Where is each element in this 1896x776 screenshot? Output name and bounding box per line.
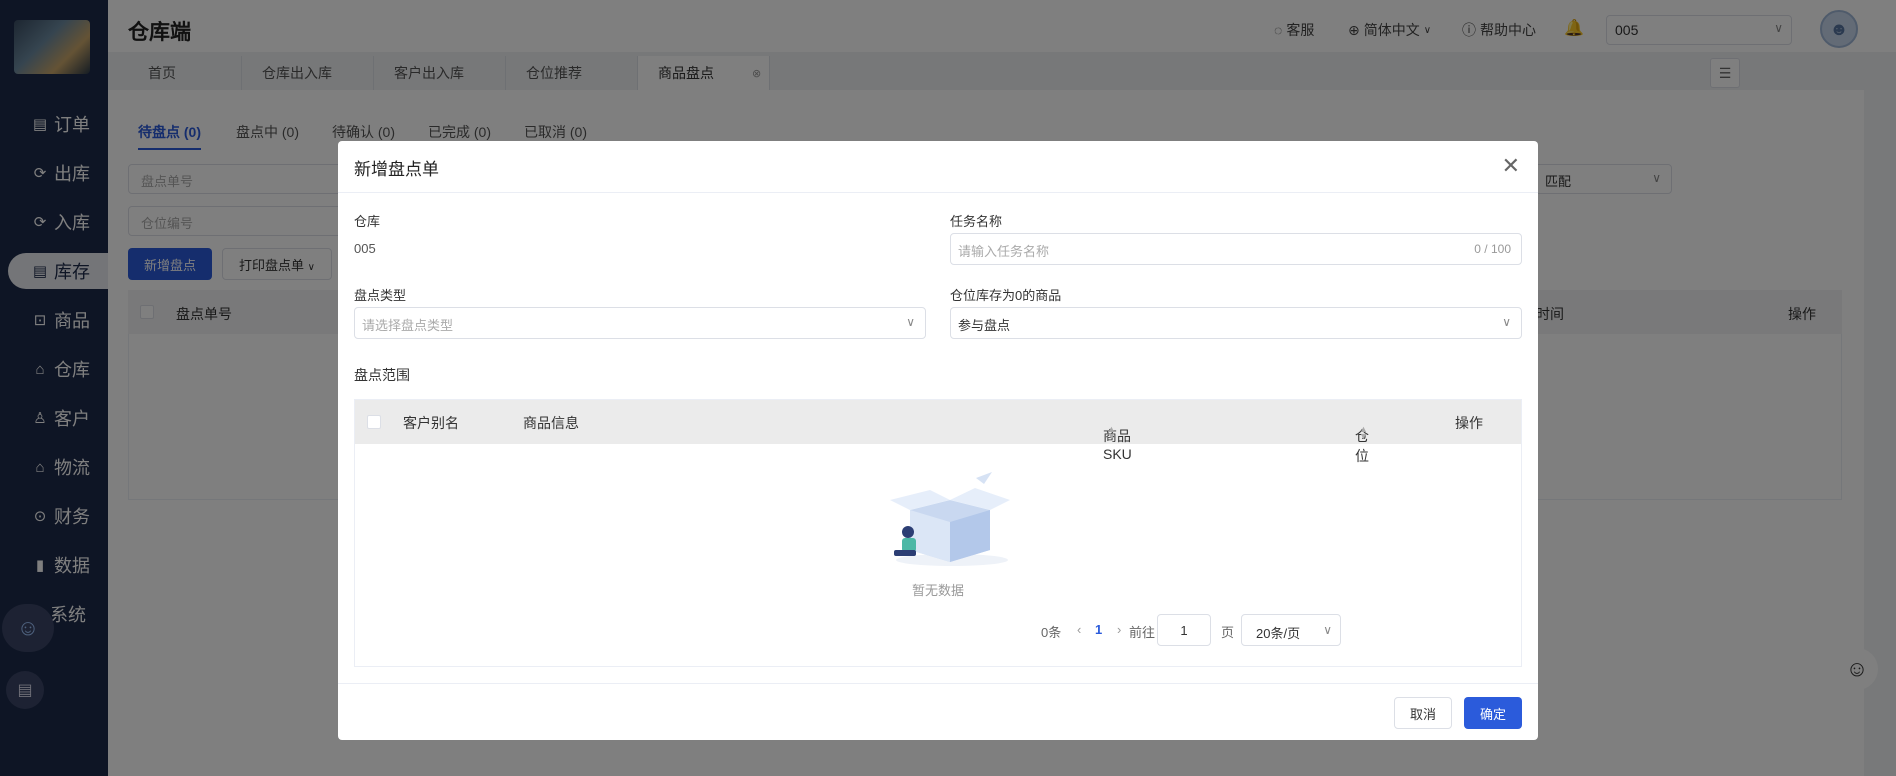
char-count: 0 / 100 <box>1474 242 1511 256</box>
prev-page-icon[interactable]: ‹ <box>1077 622 1081 637</box>
divider <box>338 683 1538 684</box>
col-action: 操作 <box>1455 415 1483 431</box>
cancel-button[interactable]: 取消 <box>1394 697 1452 729</box>
page-size-select[interactable]: 20条/页 ∨ <box>1241 614 1341 646</box>
task-name-placeholder: 请输入任务名称 <box>958 244 1050 259</box>
goto-label: 前往 <box>1129 625 1156 640</box>
type-placeholder: 请选择盘点类型 <box>362 318 454 333</box>
range-label: 盘点范围 <box>354 367 410 383</box>
close-icon[interactable]: ✕ <box>1502 153 1520 179</box>
zero-stock-label: 仓位库存为0的商品 <box>950 288 1062 303</box>
chevron-down-icon: ∨ <box>1323 623 1332 637</box>
task-name-label: 任务名称 <box>950 214 1003 229</box>
page-size-value: 20条/页 <box>1256 626 1301 641</box>
range-table-header: 客户别名 商品信息 商品SKU ▲ ▼ 仓位 ▲ ▼ 操作 <box>355 400 1521 464</box>
sort-icon[interactable]: ▲ ▼ <box>1107 425 1116 441</box>
empty-state-text: 暂无数据 <box>911 583 964 598</box>
empty-box-icon <box>890 472 1010 566</box>
confirm-button[interactable]: 确定 <box>1464 697 1522 729</box>
dialog-title: 新增盘点单 <box>354 160 439 179</box>
col-customer-alias: 客户别名 <box>403 415 459 431</box>
warehouse-value: 005 <box>354 241 376 256</box>
select-all-checkbox[interactable] <box>367 415 381 429</box>
sort-icon[interactable]: ▲ ▼ <box>1359 425 1368 441</box>
task-name-input[interactable]: 请输入任务名称 0 / 100 <box>950 233 1522 265</box>
page-unit-label: 页 <box>1221 625 1235 640</box>
stocktake-type-select[interactable]: 请选择盘点类型 ∨ <box>354 307 926 339</box>
range-table: 客户别名 商品信息 商品SKU ▲ ▼ 仓位 ▲ ▼ 操作 暂无数据 0条 ‹ 1 › … <box>354 399 1522 667</box>
chevron-down-icon: ∨ <box>906 315 915 329</box>
page-number[interactable]: 1 <box>1095 622 1102 637</box>
goto-page-input[interactable]: 1 <box>1157 614 1211 646</box>
warehouse-label: 仓库 <box>354 214 381 229</box>
divider <box>338 192 1538 193</box>
zero-stock-select[interactable]: 参与盘点 ∨ <box>950 307 1522 339</box>
col-product-info: 商品信息 <box>523 415 579 431</box>
pagination-total: 0条 <box>1041 625 1062 640</box>
zero-stock-value: 参与盘点 <box>958 318 1011 333</box>
new-stocktake-dialog: 新增盘点单 ✕ 仓库 005 任务名称 请输入任务名称 0 / 100 盘点类型 … <box>338 141 1538 740</box>
type-label: 盘点类型 <box>354 288 407 303</box>
next-page-icon[interactable]: › <box>1117 622 1121 637</box>
chevron-down-icon: ∨ <box>1502 315 1511 329</box>
